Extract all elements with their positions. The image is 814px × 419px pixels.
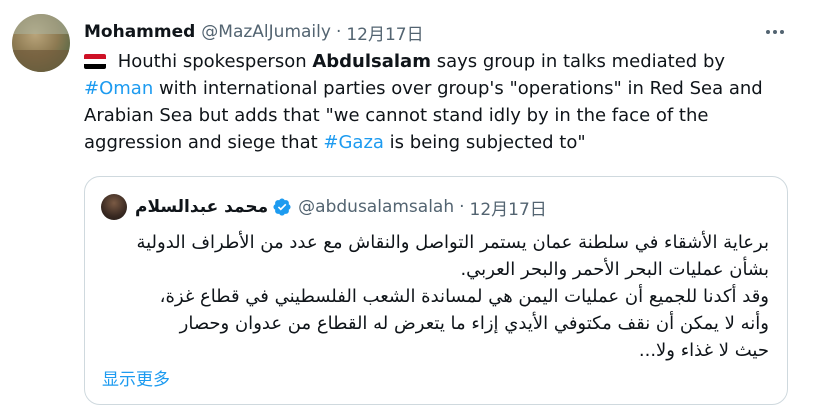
avatar-ground (12, 50, 70, 72)
more-dot (773, 30, 777, 34)
yemen-flag-icon (84, 54, 106, 69)
tweet-text: Houthi spokesperson Abdulsalam says grou… (84, 48, 794, 156)
tweet-text-bold: Abdulsalam (312, 51, 431, 72)
hashtag-oman[interactable]: #Oman (84, 78, 153, 99)
quoted-tweet-header: محمد عبدالسلام @abdusalamsalah · 12月17日 (101, 194, 547, 220)
separator-dot: · (335, 22, 342, 42)
tweet-text-part: says group in talks mediated by (430, 51, 726, 72)
quoted-tweet-date[interactable]: 12月17日 (470, 195, 547, 220)
quoted-author-name[interactable]: محمد عبدالسلام (135, 197, 268, 217)
verified-badge-icon (273, 198, 291, 216)
tweet-date[interactable]: 12月17日 (346, 20, 423, 45)
tweet-text-part: is being subjected to" (383, 132, 586, 153)
tweet-header: Mohammed @MazAlJumaily · 12月17日 (84, 19, 424, 45)
author-handle[interactable]: @MazAlJumaily (201, 22, 331, 42)
separator-dot: · (459, 197, 465, 217)
quoted-author-avatar[interactable] (101, 194, 127, 220)
more-options-icon[interactable] (764, 22, 786, 42)
tweet-text-part: Houthi spokesperson (112, 51, 313, 72)
author-avatar[interactable] (12, 14, 70, 72)
avatar-sky (12, 14, 70, 34)
more-dot (766, 30, 770, 34)
quoted-tweet[interactable]: محمد عبدالسلام @abdusalamsalah · 12月17日 … (84, 176, 788, 405)
author-name[interactable]: Mohammed (84, 22, 195, 42)
show-more-link[interactable]: 显示更多 (102, 365, 170, 390)
quoted-tweet-text: برعاية الأشقاء في سلطنة عمان يستمر التوا… (136, 232, 769, 361)
more-dot (780, 30, 784, 34)
hashtag-gaza[interactable]: #Gaza (323, 132, 384, 153)
quoted-author-handle[interactable]: @abdusalamsalah (298, 197, 454, 217)
